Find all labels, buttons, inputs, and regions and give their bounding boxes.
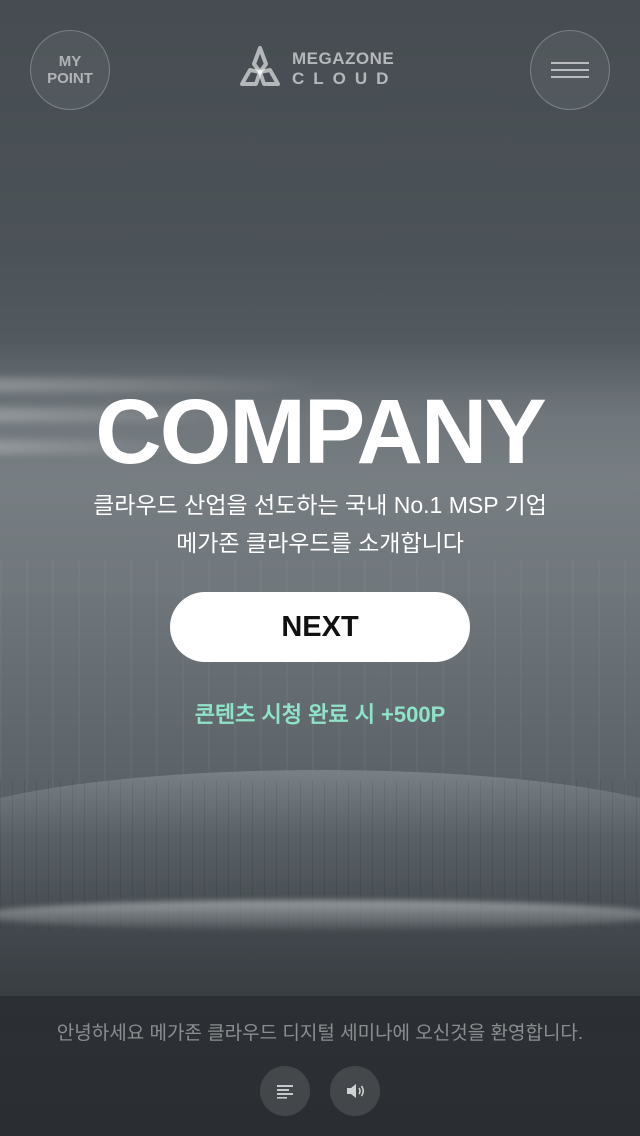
page-title: COMPANY xyxy=(95,381,546,483)
speaker-icon xyxy=(347,1084,365,1098)
sound-toggle-button[interactable] xyxy=(330,1066,380,1116)
script-lines-icon xyxy=(277,1085,293,1099)
my-point-button[interactable]: MY POINT xyxy=(30,30,110,110)
logo-text-cloud: CLOUD xyxy=(292,68,398,88)
page-subtitle: 클라우드 산업을 선도하는 국내 No.1 MSP 기업 메가존 클라우드를 소… xyxy=(0,486,640,562)
hamburger-menu-button[interactable] xyxy=(530,30,610,110)
narration-caption: 안녕하세요 메가존 클라우드 디지털 세미나에 오신것을 환영합니다. xyxy=(56,1023,584,1044)
my-point-label-line2: POINT xyxy=(47,70,93,87)
subtitle-line-1: 클라우드 산업을 선도하는 국내 No.1 MSP 기업 xyxy=(93,492,547,518)
script-toggle-button[interactable] xyxy=(260,1066,310,1116)
next-button[interactable]: NEXT xyxy=(170,592,470,662)
background-dome-rim xyxy=(0,900,640,930)
subtitle-line-2: 메가존 클라우드를 소개합니다 xyxy=(176,530,464,556)
narration-bar: 안녕하세요 메가존 클라우드 디지털 세미나에 오신것을 환영합니다. xyxy=(0,996,640,1136)
megazone-cloud-logo[interactable]: MEGAZONE CLOUD xyxy=(236,44,397,92)
intro-screen: MY POINT MEGAZONE CLOUD COMPANY 클라우드 산업을… xyxy=(0,0,640,1136)
hamburger-menu-icon xyxy=(551,57,589,83)
logo-text-megazone: MEGAZONE xyxy=(292,48,395,68)
reward-notice: 콘텐츠 시청 완료 시 +500P xyxy=(194,702,446,727)
logo-mark-icon xyxy=(240,46,280,86)
my-point-label-line1: MY xyxy=(58,53,82,70)
